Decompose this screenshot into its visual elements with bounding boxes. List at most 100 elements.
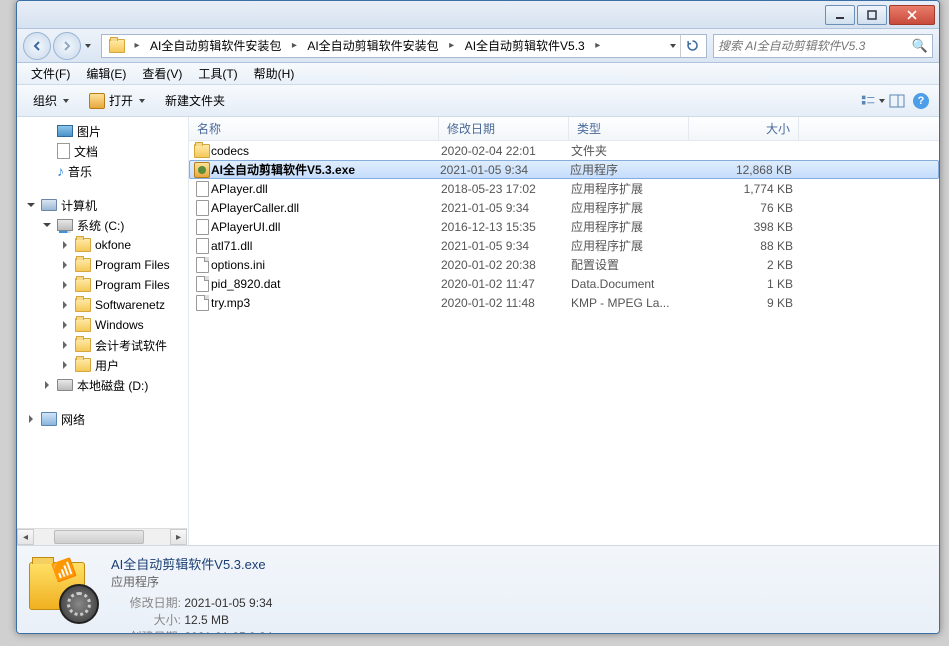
- navitem-documents[interactable]: 文档: [17, 141, 188, 161]
- dll-icon: [193, 238, 211, 254]
- help-button[interactable]: ?: [909, 89, 933, 113]
- navitem-accounting-software[interactable]: 会计考试软件: [17, 335, 188, 355]
- chevron-right-icon[interactable]: ▸: [130, 40, 144, 51]
- navitem-pictures[interactable]: 图片: [17, 121, 188, 141]
- chevron-right-icon[interactable]: ▸: [591, 40, 605, 51]
- dll-icon: [193, 181, 211, 197]
- file-name: APlayerCaller.dll: [211, 201, 441, 215]
- forward-button[interactable]: [53, 32, 81, 60]
- chevron-right-icon[interactable]: ▸: [445, 40, 459, 51]
- search-box[interactable]: 🔍: [713, 34, 933, 58]
- navitem-okfone[interactable]: okfone: [17, 235, 188, 255]
- expand-icon[interactable]: [27, 203, 35, 207]
- file-row[interactable]: APlayerUI.dll2016-12-13 15:35应用程序扩展398 K…: [189, 217, 939, 236]
- file-type: 应用程序扩展: [571, 237, 691, 254]
- back-button[interactable]: [23, 32, 51, 60]
- breadcrumb[interactable]: ▸ AI全自动剪辑软件安装包 ▸ AI全自动剪辑软件安装包 ▸ AI全自动剪辑软…: [101, 34, 707, 58]
- drive-icon: [57, 219, 73, 231]
- expand-icon[interactable]: [63, 241, 67, 249]
- breadcrumb-segment-0[interactable]: AI全自动剪辑软件安装包: [144, 35, 287, 57]
- file-date: 2020-02-04 22:01: [441, 144, 571, 158]
- breadcrumb-segment-1[interactable]: AI全自动剪辑软件安装包: [301, 35, 444, 57]
- preview-pane-button[interactable]: [885, 89, 909, 113]
- scroll-thumb[interactable]: [54, 530, 144, 544]
- file-row[interactable]: options.ini2020-01-02 20:38配置设置2 KB: [189, 255, 939, 274]
- window-buttons: [823, 5, 935, 25]
- file-name: options.ini: [211, 258, 441, 272]
- breadcrumb-segment-2[interactable]: AI全自动剪辑软件V5.3: [459, 35, 591, 57]
- file-row[interactable]: pid_8920.dat2020-01-02 11:47Data.Documen…: [189, 274, 939, 293]
- navitem-music[interactable]: ♪音乐: [17, 161, 188, 181]
- column-size[interactable]: 大小: [689, 117, 799, 140]
- file-type: 配置设置: [571, 256, 691, 273]
- title-bar: [17, 1, 939, 29]
- column-name[interactable]: 名称: [189, 117, 439, 140]
- details-name: AI全自动剪辑软件V5.3.exe: [111, 554, 931, 573]
- scroll-right-button[interactable]: ▸: [170, 529, 187, 545]
- navitem-softwarenetz[interactable]: Softwarenetz: [17, 295, 188, 315]
- file-row[interactable]: try.mp32020-01-02 11:48KMP - MPEG La...9…: [189, 293, 939, 312]
- file-date: 2021-01-05 9:34: [441, 239, 571, 253]
- file-row[interactable]: AI全自动剪辑软件V5.3.exe2021-01-05 9:34应用程序12,8…: [189, 160, 939, 179]
- navitem-windows[interactable]: Windows: [17, 315, 188, 335]
- maximize-button[interactable]: [857, 5, 887, 25]
- details-created-label: 创建日期:: [111, 628, 181, 634]
- menu-view[interactable]: 查看(V): [134, 64, 190, 84]
- menu-help[interactable]: 帮助(H): [246, 64, 303, 84]
- file-row[interactable]: codecs2020-02-04 22:01文件夹: [189, 141, 939, 160]
- file-date: 2016-12-13 15:35: [441, 220, 571, 234]
- organize-button[interactable]: 组织: [23, 88, 79, 114]
- file-date: 2021-01-05 9:34: [440, 163, 570, 177]
- open-button[interactable]: 打开: [79, 88, 155, 114]
- navpane-scrollbar[interactable]: ◂ ▸: [17, 528, 187, 545]
- menu-file[interactable]: 文件(F): [23, 64, 78, 84]
- file-row[interactable]: atl71.dll2021-01-05 9:34应用程序扩展88 KB: [189, 236, 939, 255]
- dll-icon: [193, 219, 211, 235]
- refresh-button[interactable]: [680, 35, 704, 57]
- menu-edit[interactable]: 编辑(E): [78, 64, 134, 84]
- navitem-program-files-2[interactable]: Program Files: [17, 275, 188, 295]
- navitem-system-drive[interactable]: 系统 (C:): [17, 215, 188, 235]
- navitem-local-disk[interactable]: 本地磁盘 (D:): [17, 375, 188, 395]
- navigation-pane[interactable]: 图片 文档 ♪音乐 计算机 系统 (C:) okfone Program Fil…: [17, 117, 189, 545]
- expand-icon[interactable]: [45, 381, 49, 389]
- navitem-network[interactable]: 网络: [17, 409, 188, 429]
- close-button[interactable]: [889, 5, 935, 25]
- file-row[interactable]: APlayerCaller.dll2021-01-05 9:34应用程序扩展76…: [189, 198, 939, 217]
- expand-icon[interactable]: [63, 281, 67, 289]
- search-input[interactable]: [718, 39, 912, 53]
- details-type: 应用程序: [111, 573, 931, 590]
- expand-icon[interactable]: [29, 415, 33, 423]
- navitem-computer[interactable]: 计算机: [17, 195, 188, 215]
- expand-icon[interactable]: [63, 361, 67, 369]
- folder-icon: [193, 144, 211, 158]
- file-date: 2020-01-02 20:38: [441, 258, 571, 272]
- column-type[interactable]: 类型: [569, 117, 689, 140]
- navitem-program-files-1[interactable]: Program Files: [17, 255, 188, 275]
- history-dropdown[interactable]: [81, 34, 95, 58]
- address-dropdown[interactable]: [666, 44, 680, 48]
- minimize-button[interactable]: [825, 5, 855, 25]
- view-mode-button[interactable]: [861, 89, 885, 113]
- file-name: AI全自动剪辑软件V5.3.exe: [211, 161, 440, 178]
- expand-icon[interactable]: [63, 341, 67, 349]
- folder-icon: [75, 318, 91, 332]
- navitem-users[interactable]: 用户: [17, 355, 188, 375]
- menu-tools[interactable]: 工具(T): [190, 64, 245, 84]
- details-size-value: 12.5 MB: [184, 613, 229, 627]
- expand-icon[interactable]: [63, 321, 67, 329]
- file-size: 398 KB: [691, 220, 801, 234]
- file-date: 2020-01-02 11:47: [441, 277, 571, 291]
- column-date[interactable]: 修改日期: [439, 117, 569, 140]
- expand-icon[interactable]: [63, 301, 67, 309]
- folder-icon: [75, 278, 91, 292]
- expand-icon[interactable]: [43, 223, 51, 227]
- file-type: 应用程序: [570, 161, 690, 178]
- details-size-label: 大小:: [111, 611, 181, 628]
- chevron-right-icon[interactable]: ▸: [287, 40, 301, 51]
- file-row[interactable]: APlayer.dll2018-05-23 17:02应用程序扩展1,774 K…: [189, 179, 939, 198]
- new-folder-button[interactable]: 新建文件夹: [155, 88, 235, 114]
- file-type: 应用程序扩展: [571, 180, 691, 197]
- expand-icon[interactable]: [63, 261, 67, 269]
- scroll-left-button[interactable]: ◂: [17, 529, 34, 545]
